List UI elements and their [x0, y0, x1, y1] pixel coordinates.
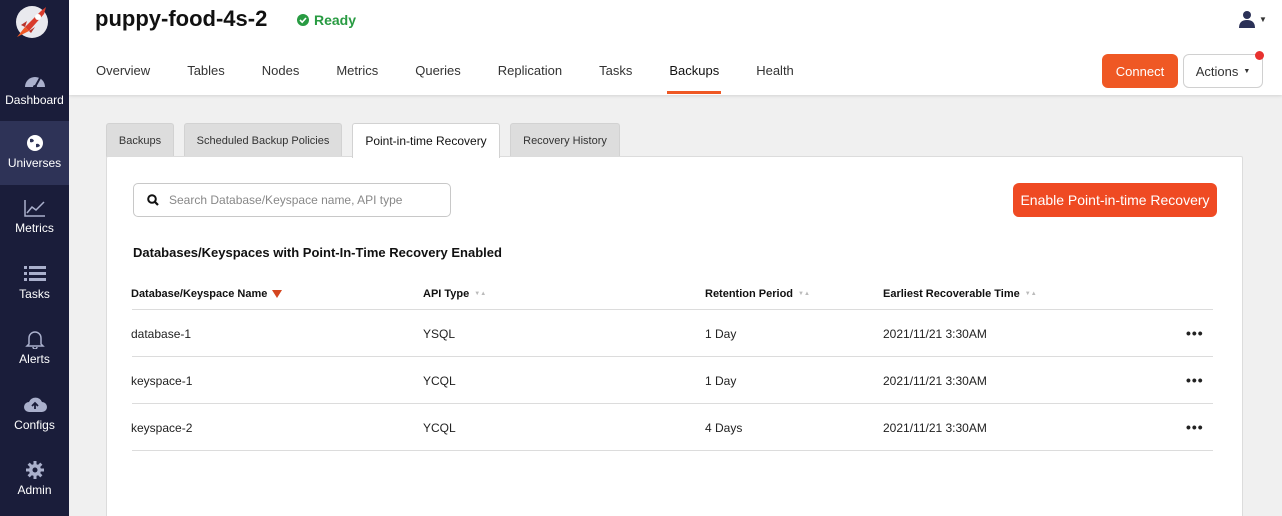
column-header-label: Database/Keyspace Name [131, 288, 268, 300]
check-circle-icon [297, 14, 309, 26]
tab-nodes[interactable]: Nodes [262, 63, 300, 94]
column-header-retention[interactable]: Retention Period ▼▲ [705, 288, 810, 300]
page-title: puppy-food-4s-2 [95, 6, 268, 31]
row-menu-icon[interactable]: ••• [1186, 372, 1204, 388]
cell-api-type: YCQL [423, 374, 456, 388]
cell-retention: 1 Day [705, 327, 737, 341]
gear-icon [25, 459, 45, 481]
sidebar-label-admin: Admin [17, 483, 52, 497]
header-divider [132, 309, 1213, 310]
subtab-scheduled-backup-policies[interactable]: Scheduled Backup Policies [184, 123, 342, 157]
connect-button[interactable]: Connect [1102, 54, 1178, 88]
sidebar-item-tasks[interactable]: Tasks [0, 252, 69, 316]
subtab-point-in-time-recovery[interactable]: Point-in-time Recovery [352, 123, 500, 158]
actions-button[interactable]: Actions ▼ [1183, 54, 1263, 88]
tab-tasks[interactable]: Tasks [599, 63, 632, 94]
tab-tables[interactable]: Tables [187, 63, 225, 94]
row-menu-icon[interactable]: ••• [1186, 325, 1204, 341]
column-header-label: Retention Period [705, 288, 794, 300]
bell-icon [24, 328, 45, 350]
cell-retention: 1 Day [705, 374, 737, 388]
sidebar-label-configs: Configs [14, 418, 55, 432]
sort-icon: ▼▲ [474, 291, 487, 297]
sidebar-label-universes: Universes [7, 156, 62, 170]
sidebar-label-metrics: Metrics [15, 221, 54, 235]
sidebar-item-admin[interactable]: Admin [0, 448, 69, 512]
status-badge: Ready [297, 12, 356, 28]
cloud-upload-icon [23, 394, 47, 416]
tab-overview[interactable]: Overview [96, 63, 150, 94]
enable-pitr-button[interactable]: Enable Point-in-time Recovery [1013, 183, 1217, 217]
cell-api-type: YCQL [423, 421, 456, 435]
cell-earliest-time: 2021/11/21 3:30AM [883, 421, 987, 435]
list-icon [23, 263, 46, 285]
row-divider [132, 356, 1213, 357]
caret-down-icon: ▼ [1243, 67, 1251, 75]
row-divider [132, 450, 1213, 451]
sidebar-item-configs[interactable]: Configs [0, 383, 69, 447]
sidebar-item-dashboard[interactable]: Dashboard [0, 58, 69, 122]
section-title: Databases/Keyspaces with Point-In-Time R… [133, 245, 502, 260]
column-header-label: API Type [423, 288, 470, 300]
status-text: Ready [314, 12, 357, 28]
caret-down-icon: ▼ [1259, 14, 1267, 24]
subtab-backups[interactable]: Backups [106, 123, 174, 157]
sidebar: Dashboard Universes Metrics Tasks Alerts… [0, 0, 69, 516]
sidebar-label-alerts: Alerts [19, 352, 50, 366]
globe-icon [25, 132, 45, 154]
sort-descending-icon [272, 290, 283, 298]
tab-backups[interactable]: Backups [667, 63, 722, 94]
column-header-label: Earliest Recoverable Time [883, 288, 1020, 300]
tab-queries[interactable]: Queries [415, 63, 461, 94]
column-header-name[interactable]: Database/Keyspace Name [131, 288, 283, 300]
gauge-icon [24, 69, 46, 91]
tab-replication[interactable]: Replication [498, 63, 562, 94]
cell-api-type: YSQL [423, 327, 456, 341]
notification-dot [1255, 51, 1264, 60]
line-chart-icon [23, 197, 47, 219]
search-box[interactable] [133, 183, 451, 217]
column-header-api-type[interactable]: API Type ▼▲ [423, 288, 486, 300]
actions-label: Actions [1195, 63, 1239, 79]
cell-earliest-time: 2021/11/21 3:30AM [883, 374, 987, 388]
sort-icon: ▼▲ [1024, 291, 1037, 297]
universe-tabs: Overview Tables Nodes Metrics Queries Re… [96, 63, 831, 94]
search-input[interactable] [169, 193, 439, 207]
column-header-earliest-time[interactable]: Earliest Recoverable Time ▼▲ [883, 288, 1037, 300]
user-menu[interactable]: ▼ [1239, 10, 1267, 28]
sort-icon: ▼▲ [798, 291, 810, 297]
sidebar-item-universes[interactable]: Universes [0, 121, 69, 185]
tab-health[interactable]: Health [756, 63, 794, 94]
search-icon [147, 194, 159, 206]
tab-metrics[interactable]: Metrics [336, 63, 378, 94]
pitr-panel: Enable Point-in-time Recovery Databases/… [106, 156, 1243, 516]
cell-retention: 4 Days [705, 421, 743, 435]
sidebar-label-dashboard: Dashboard [5, 93, 64, 107]
subtab-recovery-history[interactable]: Recovery History [510, 123, 620, 157]
cell-earliest-time: 2021/11/21 3:30AM [883, 327, 987, 341]
row-menu-icon[interactable]: ••• [1186, 419, 1204, 435]
row-divider [132, 403, 1213, 404]
cell-name: keyspace-2 [131, 421, 193, 435]
sidebar-label-tasks: Tasks [19, 287, 50, 301]
user-icon [1239, 11, 1255, 28]
sidebar-item-alerts[interactable]: Alerts [0, 317, 69, 381]
cell-name: keyspace-1 [131, 374, 193, 388]
rocket-logo-icon[interactable] [11, 3, 53, 39]
universe-header: puppy-food-4s-2 Ready ▼ Overview Tables … [69, 0, 1282, 95]
sidebar-item-metrics[interactable]: Metrics [0, 186, 69, 250]
cell-name: database-1 [131, 327, 192, 341]
